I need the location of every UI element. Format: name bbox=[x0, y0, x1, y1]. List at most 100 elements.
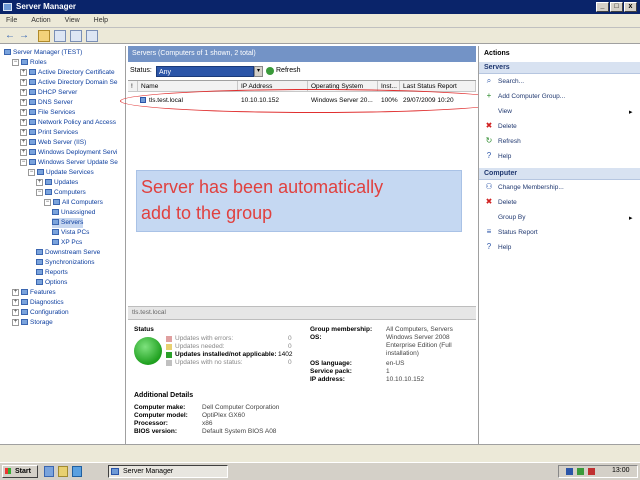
tree-item[interactable]: Server Manager (TEST) bbox=[4, 48, 82, 58]
tree-item[interactable]: − All Computers bbox=[44, 198, 103, 208]
status-indicator-icon bbox=[134, 337, 162, 365]
expand-icon[interactable]: + bbox=[20, 88, 27, 96]
tree-item[interactable]: + Network Policy and Access bbox=[20, 118, 116, 128]
expand-icon[interactable]: + bbox=[20, 128, 27, 136]
expand-icon[interactable]: + bbox=[36, 178, 43, 186]
tree-item[interactable]: + Web Server (IIS) bbox=[20, 138, 86, 148]
refresh-icon[interactable] bbox=[266, 67, 274, 75]
expand-icon[interactable]: + bbox=[20, 108, 27, 116]
search-icon: ⌕ bbox=[486, 76, 492, 86]
tree-item[interactable]: − Roles bbox=[12, 58, 47, 68]
tree-item[interactable]: + File Services bbox=[20, 108, 75, 118]
action-item[interactable]: ? Help bbox=[485, 242, 512, 254]
expand-icon[interactable]: + bbox=[20, 78, 27, 86]
expand-icon[interactable]: + bbox=[20, 138, 27, 146]
updates-needed-value: 0 bbox=[288, 343, 292, 350]
action-item[interactable]: ↻ Refresh bbox=[485, 136, 521, 148]
tree-node-icon bbox=[29, 109, 36, 116]
expand-icon[interactable]: + bbox=[20, 148, 27, 156]
tray-volume-icon[interactable] bbox=[577, 468, 584, 475]
action-item[interactable]: ✖ Delete bbox=[485, 197, 517, 209]
action-item[interactable]: Group By bbox=[485, 212, 525, 224]
properties-icon[interactable] bbox=[70, 30, 82, 42]
actions-section-servers[interactable]: Servers bbox=[479, 62, 640, 74]
quicklaunch-ie-icon[interactable] bbox=[72, 466, 82, 477]
tray-network-icon[interactable] bbox=[566, 468, 573, 475]
tray-alert-icon[interactable] bbox=[588, 468, 595, 475]
collapse-icon[interactable]: − bbox=[20, 158, 27, 166]
clock: 13:00 bbox=[612, 467, 630, 474]
tree-item[interactable]: Unassigned bbox=[52, 208, 95, 218]
collapse-icon[interactable]: − bbox=[44, 198, 51, 206]
tree-item[interactable]: + Storage bbox=[12, 318, 53, 328]
action-item[interactable]: ⚇ Change Membership... bbox=[485, 182, 563, 194]
expand-icon[interactable]: + bbox=[12, 288, 19, 296]
tree-item[interactable]: + Windows Deployment Servi bbox=[20, 148, 117, 158]
tree-item[interactable]: + Features bbox=[12, 288, 56, 298]
computer-make-label: Computer make: bbox=[134, 404, 186, 411]
tree-item[interactable]: XP Pcs bbox=[52, 238, 82, 248]
tree-item[interactable]: + DHCP Server bbox=[20, 88, 77, 98]
menu-view[interactable]: View bbox=[59, 14, 86, 28]
tree-item[interactable]: − Update Services bbox=[28, 168, 94, 178]
tree-item-label: Roles bbox=[30, 59, 47, 66]
expand-icon[interactable]: + bbox=[20, 98, 27, 106]
tree-item[interactable]: Options bbox=[36, 278, 67, 288]
menu-action[interactable]: Action bbox=[25, 14, 56, 28]
tree-node-icon bbox=[29, 139, 36, 146]
tree-item-label: Configuration bbox=[30, 309, 69, 316]
action-item[interactable]: + Add Computer Group... bbox=[485, 91, 566, 103]
back-icon[interactable]: ← bbox=[4, 30, 16, 42]
expand-icon[interactable]: + bbox=[20, 68, 27, 76]
help-toolbar-icon[interactable] bbox=[86, 30, 98, 42]
tree-item-label: Features bbox=[30, 289, 56, 296]
tree-item[interactable]: Downstream Serve bbox=[36, 248, 100, 258]
show-hide-tree-icon[interactable] bbox=[54, 30, 66, 42]
taskbar-server-manager[interactable]: Server Manager bbox=[108, 465, 228, 478]
tree-item[interactable]: − Computers bbox=[36, 188, 86, 198]
tree-item[interactable]: + Print Services bbox=[20, 128, 78, 138]
tree-item[interactable]: + Diagnostics bbox=[12, 298, 64, 308]
tree-item[interactable]: + DNS Server bbox=[20, 98, 73, 108]
refresh-button[interactable]: Refresh bbox=[276, 67, 301, 74]
tree-item[interactable]: Reports bbox=[36, 268, 68, 278]
tree-item[interactable]: Vista PCs bbox=[52, 228, 89, 238]
tree-node-icon bbox=[45, 179, 52, 186]
forward-icon[interactable]: → bbox=[18, 30, 30, 42]
collapse-icon[interactable]: − bbox=[12, 58, 19, 66]
action-item[interactable]: ⌕ Search... bbox=[485, 76, 524, 88]
close-button[interactable]: x bbox=[624, 2, 637, 12]
expand-icon[interactable]: + bbox=[12, 308, 19, 316]
up-folder-icon[interactable] bbox=[38, 30, 50, 42]
tree-node-icon bbox=[29, 129, 36, 136]
tree-item[interactable]: + Configuration bbox=[12, 308, 69, 318]
column-header-flag[interactable]: ! bbox=[128, 81, 138, 92]
action-item[interactable]: ? Help bbox=[485, 151, 512, 163]
expand-icon[interactable]: + bbox=[12, 298, 19, 306]
tree-item[interactable]: Servers bbox=[52, 218, 84, 228]
chevron-down-icon[interactable]: ▾ bbox=[254, 66, 263, 77]
expand-icon[interactable]: + bbox=[20, 118, 27, 126]
tree-item[interactable]: − Windows Server Update Se bbox=[20, 158, 118, 168]
status-select[interactable]: Any bbox=[156, 66, 254, 77]
submenu-arrow-icon: ▸ bbox=[629, 215, 633, 222]
menu-file[interactable]: File bbox=[0, 14, 23, 28]
maximize-button[interactable]: □ bbox=[610, 2, 623, 12]
menu-help[interactable]: Help bbox=[88, 14, 114, 28]
collapse-icon[interactable]: − bbox=[36, 188, 43, 196]
tree-item[interactable]: + Updates bbox=[36, 178, 78, 188]
tree-item[interactable]: + Active Directory Domain Se bbox=[20, 78, 117, 88]
action-item[interactable]: ≡ Status Report bbox=[485, 227, 538, 239]
help-icon: ? bbox=[486, 151, 492, 161]
expand-icon[interactable]: + bbox=[12, 318, 19, 326]
tree-item[interactable]: Synchronizations bbox=[36, 258, 95, 268]
tree-item[interactable]: + Active Directory Certificate bbox=[20, 68, 115, 78]
minimize-button[interactable]: _ bbox=[596, 2, 609, 12]
actions-section-computer[interactable]: Computer bbox=[479, 168, 640, 180]
action-item[interactable]: View bbox=[485, 106, 512, 118]
action-item[interactable]: ✖ Delete bbox=[485, 121, 517, 133]
quicklaunch-folder-icon[interactable] bbox=[58, 466, 68, 477]
tree-node-icon bbox=[29, 119, 36, 126]
quicklaunch-icon[interactable] bbox=[44, 466, 54, 477]
collapse-icon[interactable]: − bbox=[28, 168, 35, 176]
